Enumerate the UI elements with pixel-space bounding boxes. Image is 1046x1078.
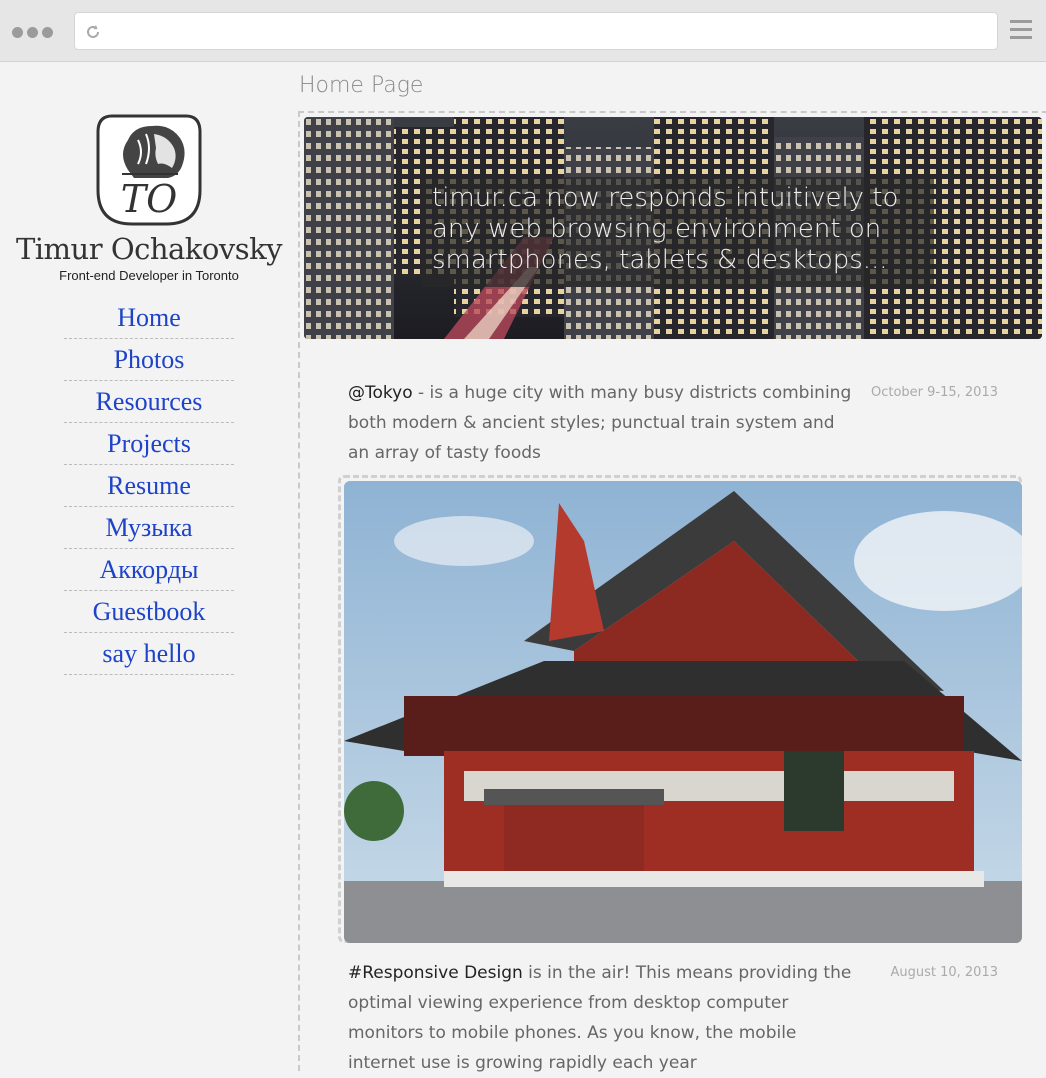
banner-image[interactable]: timur.ca now responds intuitively to any… [304, 117, 1042, 339]
address-bar[interactable] [74, 12, 998, 50]
main-navigation: Home Photos Resources Projects Resume Му… [64, 298, 234, 676]
post-date: October 9-15, 2013 [870, 385, 998, 400]
nav-link-music[interactable]: Музыка [64, 508, 234, 549]
nav-link-projects[interactable]: Projects [64, 424, 234, 465]
window-dots-icon [12, 27, 53, 38]
nav-link-photos[interactable]: Photos [64, 340, 234, 381]
site-owner-name: Timur Ochakovsky [15, 232, 283, 266]
post-tokyo: @Tokyo - is a huge city with many busy d… [348, 378, 998, 468]
hamburger-menu-icon[interactable] [1010, 20, 1032, 42]
main-content: Home Page timur.ca now responds intuitiv… [298, 62, 1046, 1073]
nav-link-chords[interactable]: Аккорды [64, 550, 234, 591]
browser-toolbar [0, 0, 1046, 62]
site-tagline: Front-end Developer in Toronto [59, 268, 239, 283]
post-tag[interactable]: @Tokyo [348, 383, 413, 403]
nav-link-resources[interactable]: Resources [64, 382, 234, 423]
nav-link-guestbook[interactable]: Guestbook [64, 592, 234, 633]
reload-icon[interactable] [83, 22, 103, 42]
post-date: August 10, 2013 [890, 965, 998, 980]
post-tag[interactable]: #Responsive Design [348, 963, 523, 983]
photo-frame [338, 475, 1022, 943]
logo-monogram: TO [121, 177, 178, 221]
sidebar: TO Timur Ochakovsky Front-end Developer … [0, 62, 298, 1056]
nav-link-home[interactable]: Home [64, 298, 234, 339]
tokyo-temple-photo[interactable] [344, 481, 1022, 943]
page-title: Home Page [299, 73, 424, 98]
post-responsive-design: #Responsive Design is in the air! This m… [348, 958, 998, 1078]
nav-link-say-hello[interactable]: say hello [64, 634, 234, 675]
nav-link-resume[interactable]: Resume [64, 466, 234, 507]
banner-caption: timur.ca now responds intuitively to any… [422, 177, 934, 287]
post-text: - is a huge city with many busy district… [348, 383, 852, 463]
logo[interactable]: TO [94, 112, 204, 228]
